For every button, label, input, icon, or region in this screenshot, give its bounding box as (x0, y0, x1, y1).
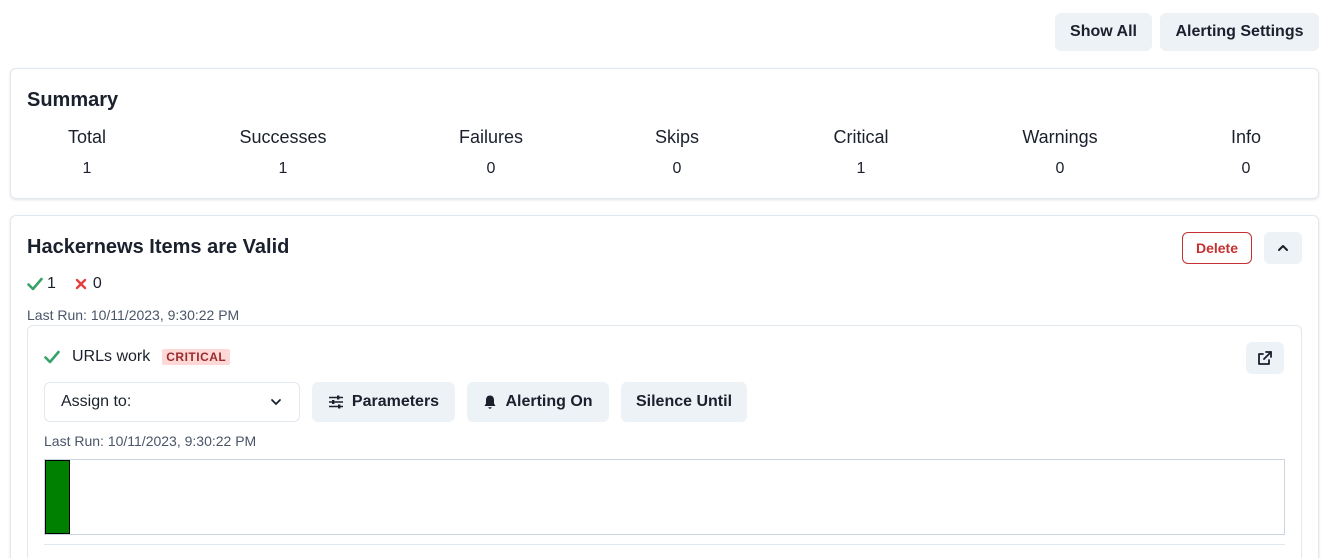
severity-badge: CRITICAL (162, 349, 231, 365)
check-icon (27, 277, 43, 291)
stat-label: Successes (239, 127, 327, 147)
suite-title: Hackernews Items are Valid (27, 236, 290, 258)
alerting-toggle-button[interactable]: Alerting On (467, 382, 609, 422)
stat-successes: Successes 1 (239, 127, 326, 178)
run-history-chart (44, 459, 1285, 535)
suite-result-counts: 1 0 (27, 275, 102, 293)
stat-label: Info (1230, 127, 1262, 147)
delete-button[interactable]: Delete (1182, 232, 1252, 264)
fail-count: 0 (92, 275, 102, 292)
stat-label: Failures (458, 127, 524, 147)
suite-last-run: Last Run: 10/11/2023, 9:30:22 PM (27, 307, 240, 323)
parameters-button[interactable]: Parameters (312, 382, 455, 422)
stat-total: Total 1 (68, 127, 106, 178)
stat-skips: Skips 0 (655, 127, 699, 178)
stat-label: Warnings (1022, 127, 1098, 147)
stat-value: 0 (672, 160, 682, 177)
bell-icon (484, 395, 496, 409)
open-external-button[interactable] (1246, 342, 1284, 374)
stat-value: 0 (486, 160, 496, 177)
silence-until-button[interactable]: Silence Until (621, 382, 747, 422)
show-all-button[interactable]: Show All (1055, 13, 1152, 51)
test-name: URLs work (72, 348, 151, 365)
chevron-down-icon (271, 399, 281, 405)
parameters-label: Parameters (351, 393, 440, 410)
test-card: URLs work CRITICAL Assign to: Parameters (27, 325, 1302, 558)
check-icon (44, 350, 60, 364)
test-last-run: Last Run: 10/11/2023, 9:30:22 PM (44, 433, 257, 449)
alerting-label: Alerting On (505, 393, 593, 410)
stat-warnings: Warnings 0 (1022, 127, 1097, 178)
stat-failures: Failures 0 (459, 127, 523, 178)
suite-card: Hackernews Items are Valid Delete 1 0 La… (10, 215, 1319, 558)
test-header: URLs work CRITICAL (44, 348, 231, 366)
stat-label: Critical (833, 127, 889, 147)
summary-card: Summary Total 1 Successes 1 Failures 0 S… (10, 68, 1319, 199)
external-link-icon (1258, 351, 1272, 365)
sliders-icon (328, 395, 343, 409)
stat-label: Skips (654, 127, 700, 147)
assign-to-value: Assign to: (61, 393, 132, 410)
collapse-button[interactable] (1264, 232, 1302, 264)
stat-value: 0 (1241, 160, 1251, 177)
stat-value: 1 (82, 160, 92, 177)
chevron-up-icon (1278, 245, 1288, 251)
stat-critical: Critical 1 (833, 127, 888, 178)
summary-title: Summary (27, 89, 119, 111)
stat-value: 0 (1055, 160, 1065, 177)
stat-value: 1 (278, 160, 288, 177)
divider (44, 544, 1285, 545)
pass-count: 1 (47, 275, 56, 292)
stat-label: Total (67, 127, 107, 147)
stat-info: Info 0 (1231, 127, 1261, 178)
history-bar-pass[interactable] (45, 460, 70, 534)
x-icon (75, 278, 87, 290)
alerting-settings-button[interactable]: Alerting Settings (1160, 13, 1319, 51)
stat-value: 1 (856, 160, 866, 177)
assign-to-select[interactable]: Assign to: (44, 382, 300, 422)
